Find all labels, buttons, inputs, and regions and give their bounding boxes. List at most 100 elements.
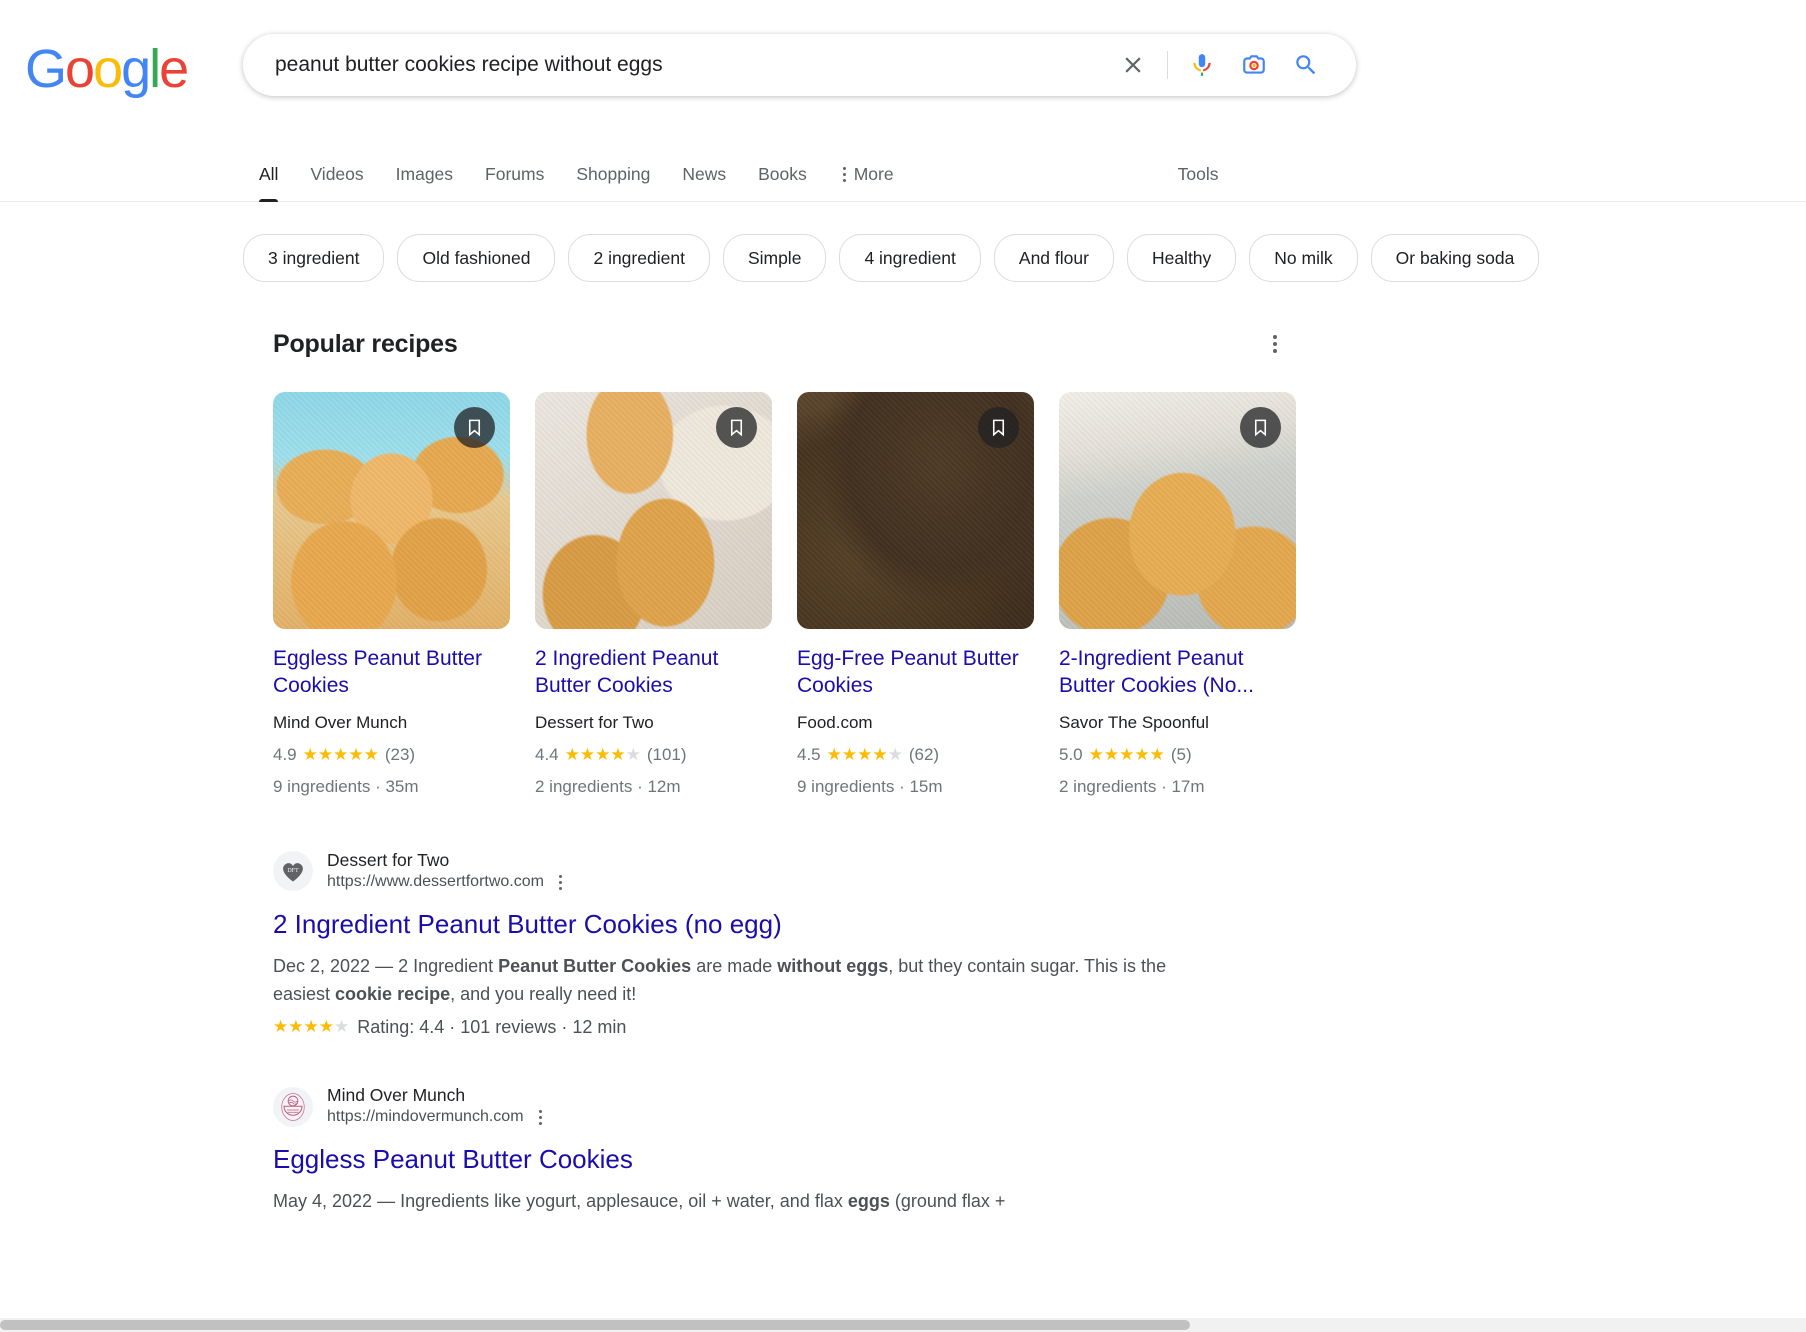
star-rating-icon: ★★★★★ bbox=[564, 744, 641, 764]
recipe-card-list: Eggless Peanut Butter Cookies Mind Over … bbox=[273, 392, 1806, 797]
recipe-source: Food.com bbox=[797, 712, 873, 732]
recipe-rating: 4.5 ★★★★★ (62) bbox=[797, 745, 1034, 765]
snippet-part-bold: without eggs bbox=[777, 955, 889, 976]
chip-or-baking-soda[interactable]: Or baking soda bbox=[1370, 234, 1540, 282]
snippet-date: May 4, 2022 — bbox=[273, 1191, 401, 1211]
chip-2-ingredient[interactable]: 2 ingredient bbox=[568, 234, 710, 282]
tab-images[interactable]: Images bbox=[380, 148, 469, 201]
tab-all[interactable]: All bbox=[243, 148, 294, 202]
logo-letter-l: l bbox=[149, 39, 161, 99]
chip-label: 2 ingredient bbox=[593, 247, 685, 268]
microphone-icon[interactable] bbox=[1176, 39, 1228, 91]
tab-forums[interactable]: Forums bbox=[469, 148, 560, 201]
filter-chips: 3 ingredient Old fashioned 2 ingredient … bbox=[0, 202, 1806, 282]
tools-button[interactable]: Tools bbox=[1178, 148, 1219, 201]
recipe-title[interactable]: 2 Ingredient Peanut Butter Cookies bbox=[535, 646, 772, 700]
more-menu-button[interactable]: More bbox=[823, 148, 910, 201]
result-url: https://www.dessertfortwo.com bbox=[327, 873, 544, 891]
result-kebab-icon[interactable] bbox=[557, 871, 564, 894]
search-submit-icon[interactable] bbox=[1280, 39, 1332, 91]
bookmark-icon[interactable] bbox=[716, 407, 757, 448]
chip-label: 4 ingredient bbox=[864, 247, 956, 268]
recipe-title[interactable]: 2-Ingredient Peanut Butter Cookies (No..… bbox=[1059, 646, 1296, 700]
popular-recipes-title: Popular recipes bbox=[273, 329, 458, 358]
logo-letter-g2: g bbox=[121, 39, 151, 99]
chip-label: Simple bbox=[747, 247, 802, 268]
chip-3-ingredient[interactable]: 3 ingredient bbox=[243, 234, 385, 282]
recipe-image[interactable] bbox=[1059, 392, 1296, 629]
chip-and-flour[interactable]: And flour bbox=[993, 234, 1114, 282]
scrollbar-thumb[interactable] bbox=[0, 1320, 1190, 1330]
result-url-row: https://mindovermunch.com bbox=[327, 1106, 544, 1129]
tab-news[interactable]: News bbox=[666, 148, 742, 201]
recipe-meta: 2 ingredients · 12m bbox=[535, 776, 681, 796]
tab-books[interactable]: Books bbox=[742, 148, 823, 201]
result-title[interactable]: 2 Ingredient Peanut Butter Cookies (no e… bbox=[273, 908, 1283, 942]
snippet-part: Ingredients like yogurt, applesauce, oil… bbox=[400, 1191, 848, 1211]
review-count: (23) bbox=[384, 744, 416, 764]
recipe-card[interactable]: Egg-Free Peanut Butter Cookies Food.com … bbox=[797, 392, 1034, 797]
result-title[interactable]: Eggless Peanut Butter Cookies bbox=[273, 1143, 1283, 1177]
recipe-source: Savor The Spoonful bbox=[1059, 712, 1209, 732]
bookmark-icon[interactable] bbox=[454, 407, 495, 448]
recipe-rating: 4.9 ★★★★★ (23) bbox=[273, 745, 510, 765]
recipe-image[interactable] bbox=[273, 392, 510, 629]
chip-old-fashioned[interactable]: Old fashioned bbox=[397, 234, 556, 282]
tab-shopping-label: Shopping bbox=[576, 164, 651, 184]
chip-label: Or baking soda bbox=[1395, 247, 1515, 268]
horizontal-scrollbar[interactable] bbox=[0, 1318, 1806, 1332]
google-logo[interactable]: Google bbox=[25, 39, 189, 99]
result-snippet: May 4, 2022 — Ingredients like yogurt, a… bbox=[273, 1187, 1213, 1215]
result-site-info: Dessert for Two https://www.dessertfortw… bbox=[327, 849, 564, 894]
recipe-card[interactable]: 2 Ingredient Peanut Butter Cookies Desse… bbox=[535, 392, 772, 797]
snippet-part: 2 Ingredient bbox=[398, 955, 499, 976]
result-site-name: Dessert for Two bbox=[327, 849, 450, 870]
tab-videos-label: Videos bbox=[310, 164, 364, 184]
bookmark-icon[interactable] bbox=[978, 407, 1019, 448]
snippet-part: are made bbox=[691, 955, 778, 976]
result-rating-text: Rating: 4.4 · 101 reviews · 12 min bbox=[357, 1016, 627, 1037]
search-nav: All Videos Images Forums Shopping News B… bbox=[0, 148, 1806, 202]
recipe-card[interactable]: 2-Ingredient Peanut Butter Cookies (No..… bbox=[1059, 392, 1296, 797]
tab-news-label: News bbox=[682, 164, 727, 184]
search-bar-icons bbox=[1107, 39, 1356, 91]
chip-label: And flour bbox=[1018, 247, 1089, 268]
rating-value: 5.0 bbox=[1059, 744, 1083, 764]
tab-forums-label: Forums bbox=[485, 164, 545, 184]
logo-letter-o1: o bbox=[65, 39, 95, 99]
search-result: DFT Dessert for Two https://www.dessertf… bbox=[273, 849, 1283, 1038]
chip-healthy[interactable]: Healthy bbox=[1126, 234, 1237, 282]
chip-simple[interactable]: Simple bbox=[722, 234, 827, 282]
review-count: (62) bbox=[908, 744, 940, 764]
logo-letter-e: e bbox=[159, 39, 189, 99]
recipe-image[interactable] bbox=[797, 392, 1034, 629]
star-rating-icon: ★★★★★ bbox=[273, 1017, 350, 1037]
recipe-title[interactable]: Egg-Free Peanut Butter Cookies bbox=[797, 646, 1034, 700]
chip-4-ingredient[interactable]: 4 ingredient bbox=[839, 234, 981, 282]
result-kebab-icon[interactable] bbox=[537, 1106, 544, 1129]
svg-text:DFT: DFT bbox=[287, 868, 299, 874]
tab-shopping[interactable]: Shopping bbox=[560, 148, 666, 201]
rating-value: 4.4 bbox=[535, 744, 559, 764]
mind-over-munch-favicon bbox=[273, 1086, 313, 1127]
popular-recipes-kebab-icon[interactable] bbox=[1257, 326, 1293, 362]
search-bar[interactable] bbox=[243, 34, 1356, 96]
clear-icon[interactable] bbox=[1107, 39, 1159, 91]
tab-videos[interactable]: Videos bbox=[294, 148, 379, 201]
lens-camera-icon[interactable] bbox=[1228, 39, 1280, 91]
recipe-image[interactable] bbox=[535, 392, 772, 629]
chip-label: No milk bbox=[1274, 247, 1333, 268]
bookmark-icon[interactable] bbox=[1240, 407, 1281, 448]
review-count: (101) bbox=[646, 744, 687, 764]
more-vertical-dots-icon bbox=[842, 167, 846, 182]
search-bar-divider bbox=[1167, 51, 1168, 79]
recipe-title[interactable]: Eggless Peanut Butter Cookies bbox=[273, 646, 510, 700]
recipe-card[interactable]: Eggless Peanut Butter Cookies Mind Over … bbox=[273, 392, 510, 797]
review-count: (5) bbox=[1170, 744, 1192, 764]
chip-no-milk[interactable]: No milk bbox=[1249, 234, 1358, 282]
star-rating-icon: ★★★★★ bbox=[302, 744, 379, 764]
chip-label: 3 ingredient bbox=[268, 247, 360, 268]
search-input[interactable] bbox=[243, 34, 1107, 96]
result-url-row: https://www.dessertfortwo.com bbox=[327, 871, 564, 894]
recipe-meta: 2 ingredients · 17m bbox=[1059, 776, 1205, 796]
